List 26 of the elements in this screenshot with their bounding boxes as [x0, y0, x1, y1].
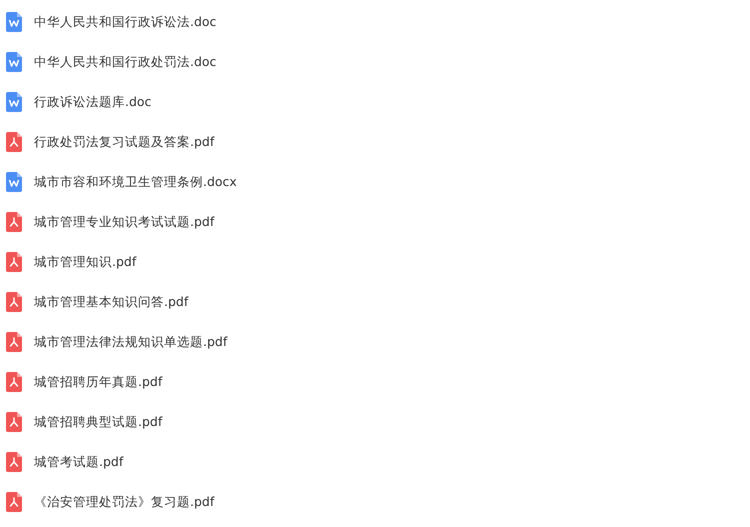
word-document-icon	[6, 52, 22, 72]
file-name[interactable]: 《治安管理处罚法》复习题.pdf	[34, 494, 214, 510]
word-document-icon	[6, 172, 22, 192]
pdf-document-icon	[6, 372, 22, 392]
file-name[interactable]: 城管考试题.pdf	[34, 454, 124, 470]
file-name[interactable]: 城市管理法律法规知识单选题.pdf	[34, 334, 228, 350]
file-name[interactable]: 中华人民共和国行政处罚法.doc	[34, 54, 216, 70]
word-document-icon	[6, 92, 22, 112]
file-name[interactable]: 城管招聘历年真题.pdf	[34, 374, 162, 390]
pdf-document-icon	[6, 292, 22, 312]
file-name[interactable]: 城市管理专业知识考试试题.pdf	[34, 214, 214, 230]
file-name[interactable]: 城市管理基本知识问答.pdf	[34, 294, 188, 310]
pdf-document-icon	[6, 492, 22, 512]
pdf-document-icon	[6, 332, 22, 352]
pdf-document-icon	[6, 412, 22, 432]
pdf-document-icon	[6, 252, 22, 272]
file-name[interactable]: 城市市容和环境卫生管理条例.docx	[34, 174, 237, 190]
pdf-document-icon	[6, 452, 22, 472]
pdf-document-icon	[6, 132, 22, 152]
file-name[interactable]: 行政处罚法复习试题及答案.pdf	[34, 134, 214, 150]
file-name[interactable]: 中华人民共和国行政诉讼法.doc	[34, 14, 216, 30]
file-name[interactable]: 城市管理知识.pdf	[34, 254, 136, 270]
word-document-icon	[6, 12, 22, 32]
file-name[interactable]: 城管招聘典型试题.pdf	[34, 414, 162, 430]
pdf-document-icon	[6, 212, 22, 232]
file-name[interactable]: 行政诉讼法题库.doc	[34, 94, 152, 110]
